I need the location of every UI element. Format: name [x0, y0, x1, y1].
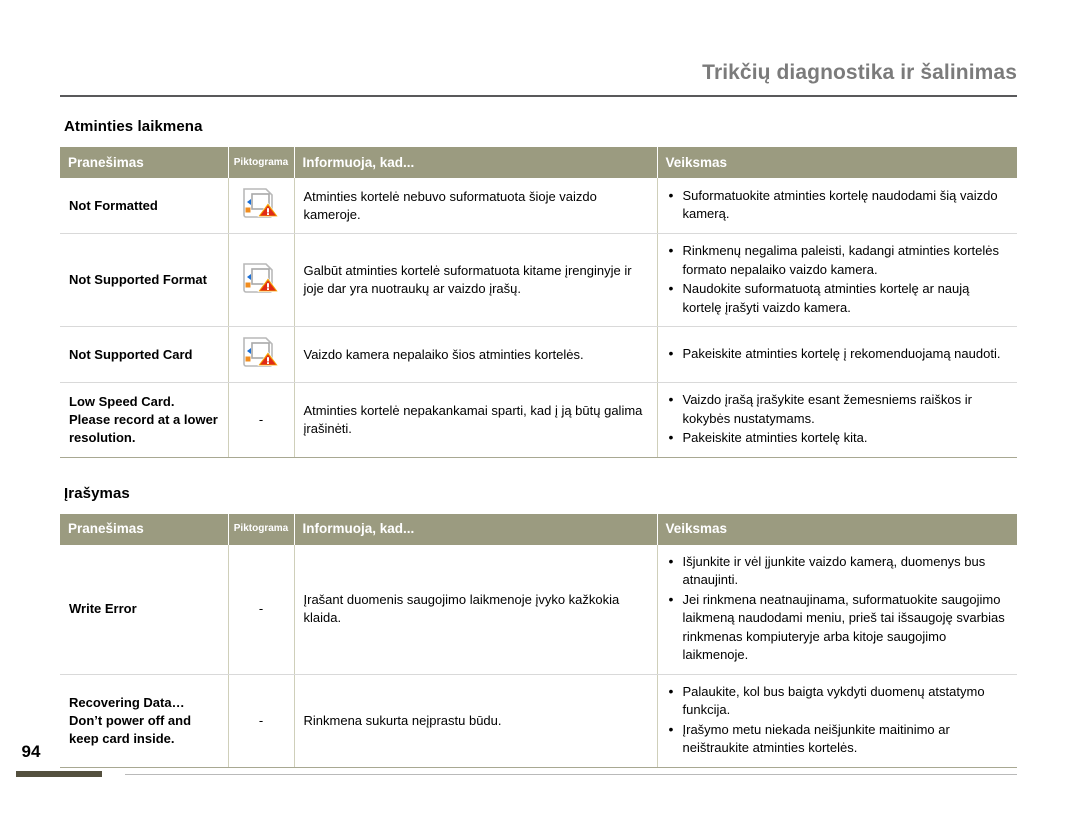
cell-informs: Atminties kortelė nebuvo suformatuota ši…	[294, 178, 658, 234]
cell-pictogram: -	[228, 544, 295, 675]
cell-message: Write Error	[60, 544, 229, 675]
table-row: Low Speed Card. Please record at a lower…	[60, 382, 1017, 458]
column-header-informs: Informuoja, kad...	[294, 513, 658, 545]
action-list: Vaizdo įrašą įrašykite esant žemesniems …	[667, 390, 1009, 448]
column-header-action: Veiksmas	[657, 513, 1017, 545]
table-row: Not Supported Format Galbūt atminties ko…	[60, 233, 1017, 327]
cell-action: Suformatuokite atminties kortelę naudoda…	[657, 178, 1017, 234]
column-header-message: Pranešimas	[60, 513, 229, 545]
list-item: Jei rinkmena neatnaujinama, suformatuoki…	[667, 590, 1009, 665]
footer-divider	[125, 774, 1017, 775]
action-list: Suformatuokite atminties kortelę naudoda…	[667, 186, 1009, 224]
cell-action: Palaukite, kol bus baigta vykdyti duomen…	[657, 674, 1017, 768]
cell-pictogram	[228, 233, 295, 327]
table-memory-media: Pranešimas Piktograma Informuoja, kad...…	[60, 147, 1017, 458]
table-row: Not Supported Card Vaizdo kamera nepalai…	[60, 326, 1017, 383]
cell-action: Vaizdo įrašą įrašykite esant žemesniems …	[657, 382, 1017, 458]
column-header-action: Veiksmas	[657, 147, 1017, 178]
table-row: Write Error - Įrašant duomenis saugojimo…	[60, 544, 1017, 675]
cell-message: Recovering Data… Don’t power off and kee…	[60, 674, 229, 768]
cell-action: Išjunkite ir vėl įjunkite vaizdo kamerą,…	[657, 544, 1017, 675]
action-list: Išjunkite ir vėl įjunkite vaizdo kamerą,…	[667, 552, 1009, 665]
cell-pictogram: -	[228, 674, 295, 768]
table-recording: Pranešimas Piktograma Informuoja, kad...…	[60, 513, 1017, 768]
list-item: Palaukite, kol bus baigta vykdyti duomen…	[667, 682, 1009, 720]
cell-message: Not Supported Format	[60, 233, 229, 327]
cell-informs: Atminties kortelė nepakankamai sparti, k…	[294, 382, 658, 458]
memory-card-warning-icon	[240, 335, 282, 369]
action-list: Rinkmenų negalima paleisti, kadangi atmi…	[667, 241, 1009, 317]
action-list: Pakeiskite atminties kortelę į rekomendu…	[667, 344, 1009, 364]
section-heading-recording: Įrašymas	[64, 484, 130, 502]
table-header-row: Pranešimas Piktograma Informuoja, kad...…	[60, 147, 1017, 178]
page-header: Trikčių diagnostika ir šalinimas	[60, 60, 1017, 97]
action-list: Palaukite, kol bus baigta vykdyti duomen…	[667, 682, 1009, 758]
list-item: Išjunkite ir vėl įjunkite vaizdo kamerą,…	[667, 552, 1009, 590]
page-number-bar	[16, 771, 102, 777]
column-header-pictogram: Piktograma	[228, 513, 295, 545]
column-header-informs: Informuoja, kad...	[294, 147, 658, 178]
table-row: Recovering Data… Don’t power off and kee…	[60, 674, 1017, 768]
content-area: Atminties laikmena Pranešimas Piktograma…	[60, 118, 1017, 768]
cell-action: Rinkmenų negalima paleisti, kadangi atmi…	[657, 233, 1017, 327]
list-item: Pakeiskite atminties kortelę kita.	[667, 428, 1009, 448]
cell-pictogram	[228, 178, 295, 234]
memory-card-warning-icon	[240, 261, 282, 295]
list-item: Suformatuokite atminties kortelę naudoda…	[667, 186, 1009, 224]
list-item: Įrašymo metu niekada neišjunkite maitini…	[667, 720, 1009, 758]
cell-informs: Galbūt atminties kortelė suformatuota ki…	[294, 233, 658, 327]
page-title: Trikčių diagnostika ir šalinimas	[702, 61, 1017, 84]
cell-action: Pakeiskite atminties kortelę į rekomendu…	[657, 326, 1017, 383]
list-item: Pakeiskite atminties kortelę į rekomendu…	[667, 344, 1009, 364]
list-item: Rinkmenų negalima paleisti, kadangi atmi…	[667, 241, 1009, 279]
cell-informs: Rinkmena sukurta neįprastu būdu.	[294, 674, 658, 768]
memory-card-warning-icon	[240, 186, 282, 220]
cell-message: Low Speed Card. Please record at a lower…	[60, 382, 229, 458]
cell-pictogram	[228, 326, 295, 383]
table-header-row: Pranešimas Piktograma Informuoja, kad...…	[60, 513, 1017, 545]
header-divider	[60, 95, 1017, 97]
table-row: Not Formatted Atminties kortelė nebuvo s…	[60, 178, 1017, 234]
cell-message: Not Formatted	[60, 178, 229, 234]
list-item: Vaizdo įrašą įrašykite esant žemesniems …	[667, 390, 1009, 428]
column-header-message: Pranešimas	[60, 147, 229, 178]
list-item: Naudokite suformatuotą atminties kortelę…	[667, 279, 1009, 317]
cell-message: Not Supported Card	[60, 326, 229, 383]
column-header-pictogram: Piktograma	[228, 147, 295, 178]
cell-informs: Įrašant duomenis saugojimo laikmenoje įv…	[294, 544, 658, 675]
section-heading-memory-media: Atminties laikmena	[64, 118, 203, 135]
page-number: 94	[21, 742, 41, 761]
cell-pictogram: -	[228, 382, 295, 458]
cell-informs: Vaizdo kamera nepalaiko šios atminties k…	[294, 326, 658, 383]
